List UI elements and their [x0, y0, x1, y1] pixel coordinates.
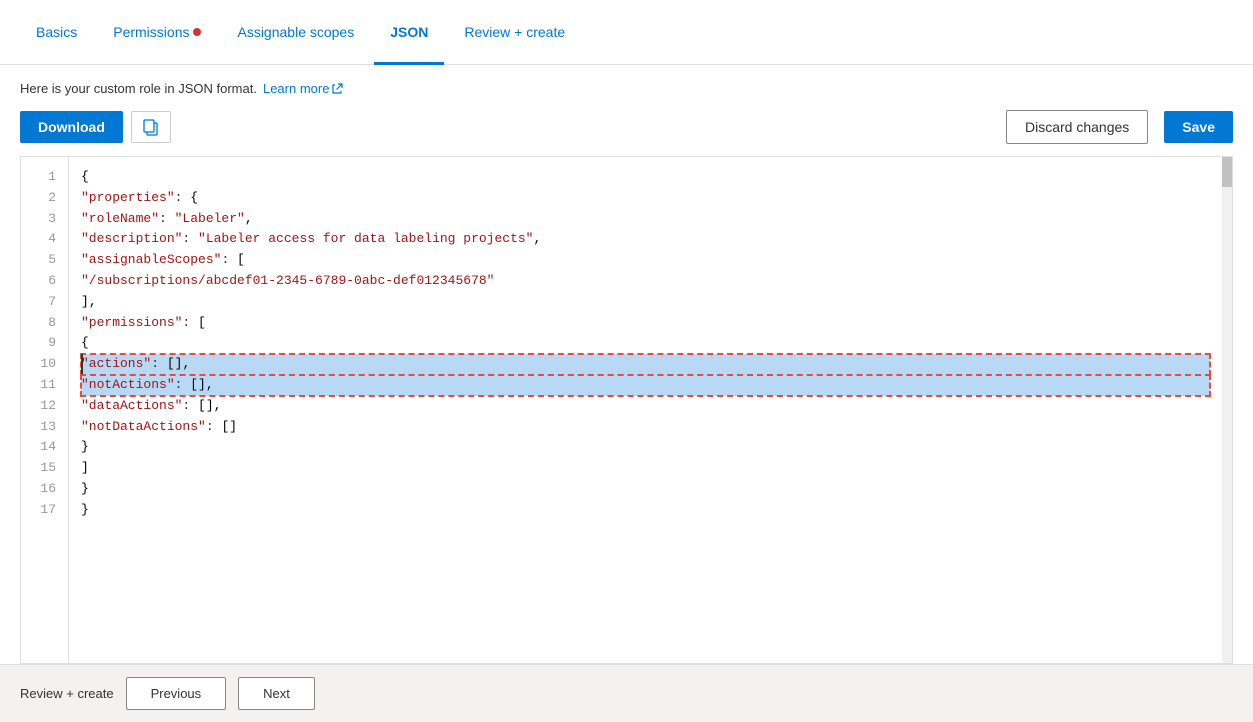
tab-bar: Basics Permissions Assignable scopes JSO…	[0, 0, 1253, 65]
download-button[interactable]: Download	[20, 111, 123, 143]
line-number-6: 6	[29, 271, 56, 292]
code-line-7: ],	[81, 292, 1210, 313]
line-number-13: 13	[29, 417, 56, 438]
main-content: Here is your custom role in JSON format.…	[0, 65, 1253, 664]
line-number-16: 16	[29, 479, 56, 500]
external-link-icon	[331, 83, 343, 95]
line-number-14: 14	[29, 437, 56, 458]
info-description: Here is your custom role in JSON format.	[20, 81, 257, 96]
line-numbers: 1234567891011121314151617	[21, 157, 69, 663]
tab-review-create[interactable]: Review + create	[448, 1, 581, 65]
right-toolbar-buttons: Discard changes Save	[1006, 110, 1233, 144]
line-number-3: 3	[29, 209, 56, 230]
code-line-4: "description": "Labeler access for data …	[81, 229, 1210, 250]
code-line-9: {	[81, 333, 1210, 354]
line-number-15: 15	[29, 458, 56, 479]
tab-assignable-scopes[interactable]: Assignable scopes	[221, 1, 370, 65]
tab-review-create-label: Review + create	[464, 24, 565, 40]
line-number-8: 8	[29, 313, 56, 334]
code-line-2: "properties": {	[81, 188, 1210, 209]
line-number-4: 4	[29, 229, 56, 250]
tab-permissions-label: Permissions	[113, 24, 189, 40]
copy-button[interactable]	[131, 111, 171, 143]
review-create-footer-label: Review + create	[20, 686, 114, 701]
code-line-14: }	[81, 437, 1210, 458]
tab-basics-label: Basics	[36, 24, 77, 40]
code-content[interactable]: { "properties": { "roleName": "Labeler",…	[69, 157, 1222, 663]
code-line-5: "assignableScopes": [	[81, 250, 1210, 271]
tab-permissions[interactable]: Permissions	[97, 1, 217, 65]
line-number-2: 2	[29, 188, 56, 209]
line-number-11: 11	[29, 375, 56, 396]
line-number-12: 12	[29, 396, 56, 417]
info-text: Here is your custom role in JSON format.…	[20, 81, 1233, 96]
line-number-17: 17	[29, 500, 56, 521]
learn-more-label: Learn more	[263, 81, 329, 96]
code-line-17: }	[81, 500, 1210, 521]
permissions-dot	[193, 28, 201, 36]
code-line-10: "actions": [],	[81, 354, 1210, 375]
previous-button[interactable]: Previous	[126, 677, 227, 710]
code-line-12: "dataActions": [],	[81, 396, 1210, 417]
scrollbar-thumb[interactable]	[1222, 157, 1232, 187]
tab-json[interactable]: JSON	[374, 1, 444, 65]
discard-changes-button[interactable]: Discard changes	[1006, 110, 1148, 144]
code-line-6: "/subscriptions/abcdef01-2345-6789-0abc-…	[81, 271, 1210, 292]
next-button[interactable]: Next	[238, 677, 315, 710]
tab-assignable-scopes-label: Assignable scopes	[237, 24, 354, 40]
line-number-1: 1	[29, 167, 56, 188]
tab-basics[interactable]: Basics	[20, 1, 93, 65]
line-number-10: 10	[29, 354, 56, 375]
code-editor[interactable]: 1234567891011121314151617 { "properties"…	[20, 156, 1233, 664]
code-line-16: }	[81, 479, 1210, 500]
learn-more-link[interactable]: Learn more	[263, 81, 343, 96]
code-line-13: "notDataActions": []	[81, 417, 1210, 438]
code-line-15: ]	[81, 458, 1210, 479]
editor-scrollbar[interactable]	[1222, 157, 1232, 663]
line-number-7: 7	[29, 292, 56, 313]
code-line-11: "notActions": [],	[81, 375, 1210, 396]
line-number-5: 5	[29, 250, 56, 271]
tab-json-label: JSON	[390, 24, 428, 40]
code-line-8: "permissions": [	[81, 313, 1210, 334]
code-line-1: {	[81, 167, 1210, 188]
toolbar: Download Discard changes Save	[20, 110, 1233, 144]
code-line-3: "roleName": "Labeler",	[81, 209, 1210, 230]
line-number-9: 9	[29, 333, 56, 354]
save-button[interactable]: Save	[1164, 111, 1233, 143]
footer: Review + create Previous Next	[0, 664, 1253, 722]
copy-icon	[142, 118, 160, 136]
